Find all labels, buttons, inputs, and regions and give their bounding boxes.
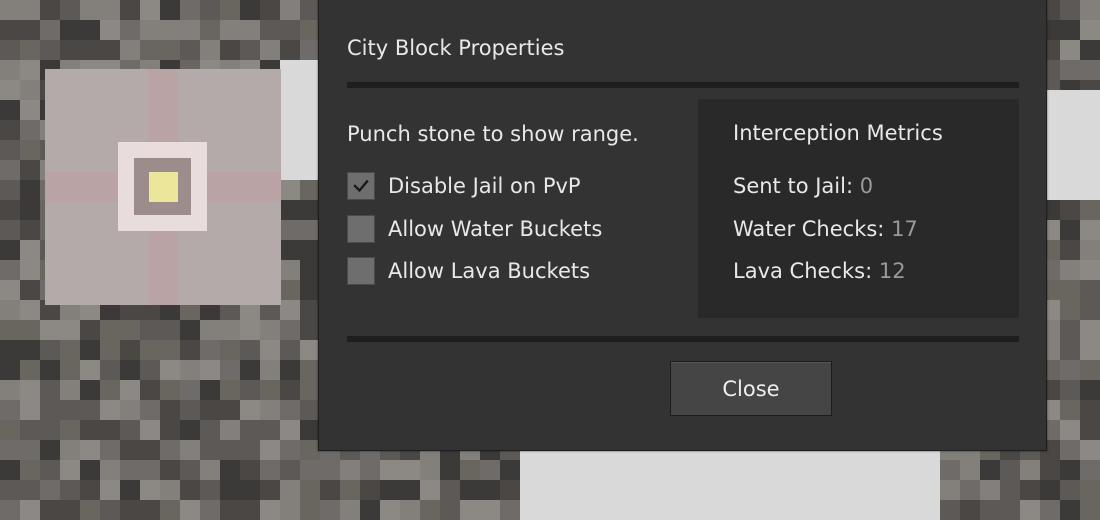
close-button[interactable]: Close: [670, 361, 832, 416]
metric-value: 17: [891, 217, 918, 241]
punch-hint: Punch stone to show range.: [347, 122, 639, 146]
checkbox-allow-lava-buckets[interactable]: [347, 257, 375, 285]
city-block-preview: [45, 69, 281, 305]
metric-sent-to-jail: Sent to Jail: 0: [733, 174, 873, 198]
preview-block-core: [149, 172, 178, 202]
checkmark-icon: [353, 179, 369, 193]
metric-water-checks: Water Checks: 17: [733, 217, 918, 241]
checkbox-disable-jail-pvp[interactable]: [347, 172, 375, 200]
title-separator: [347, 82, 1019, 88]
metric-label: Lava Checks:: [733, 259, 873, 283]
metric-value: 12: [878, 259, 906, 283]
interception-metrics-panel: Interception Metrics Sent to Jail: 0 Wat…: [698, 99, 1019, 318]
metrics-title: Interception Metrics: [733, 121, 943, 145]
city-block-dialog: City Block Properties Punch stone to sho…: [318, 0, 1047, 451]
option-allow-water-buckets[interactable]: Allow Water Buckets: [347, 213, 602, 245]
checkbox-allow-water-buckets[interactable]: [347, 215, 375, 243]
dialog-title: City Block Properties: [347, 36, 565, 60]
metric-label: Sent to Jail:: [733, 174, 854, 198]
footer-separator: [347, 336, 1019, 342]
option-disable-jail-pvp[interactable]: Disable Jail on PvP: [347, 170, 581, 202]
snow-patch: [520, 450, 940, 520]
metric-value: 0: [859, 174, 874, 198]
option-label: Allow Water Buckets: [388, 217, 603, 241]
option-label: Allow Lava Buckets: [388, 259, 591, 283]
metric-label: Water Checks:: [733, 217, 885, 241]
option-label: Disable Jail on PvP: [388, 174, 581, 198]
snow-patch: [1045, 90, 1100, 200]
option-allow-lava-buckets[interactable]: Allow Lava Buckets: [347, 255, 590, 287]
metric-lava-checks: Lava Checks: 12: [733, 259, 906, 283]
